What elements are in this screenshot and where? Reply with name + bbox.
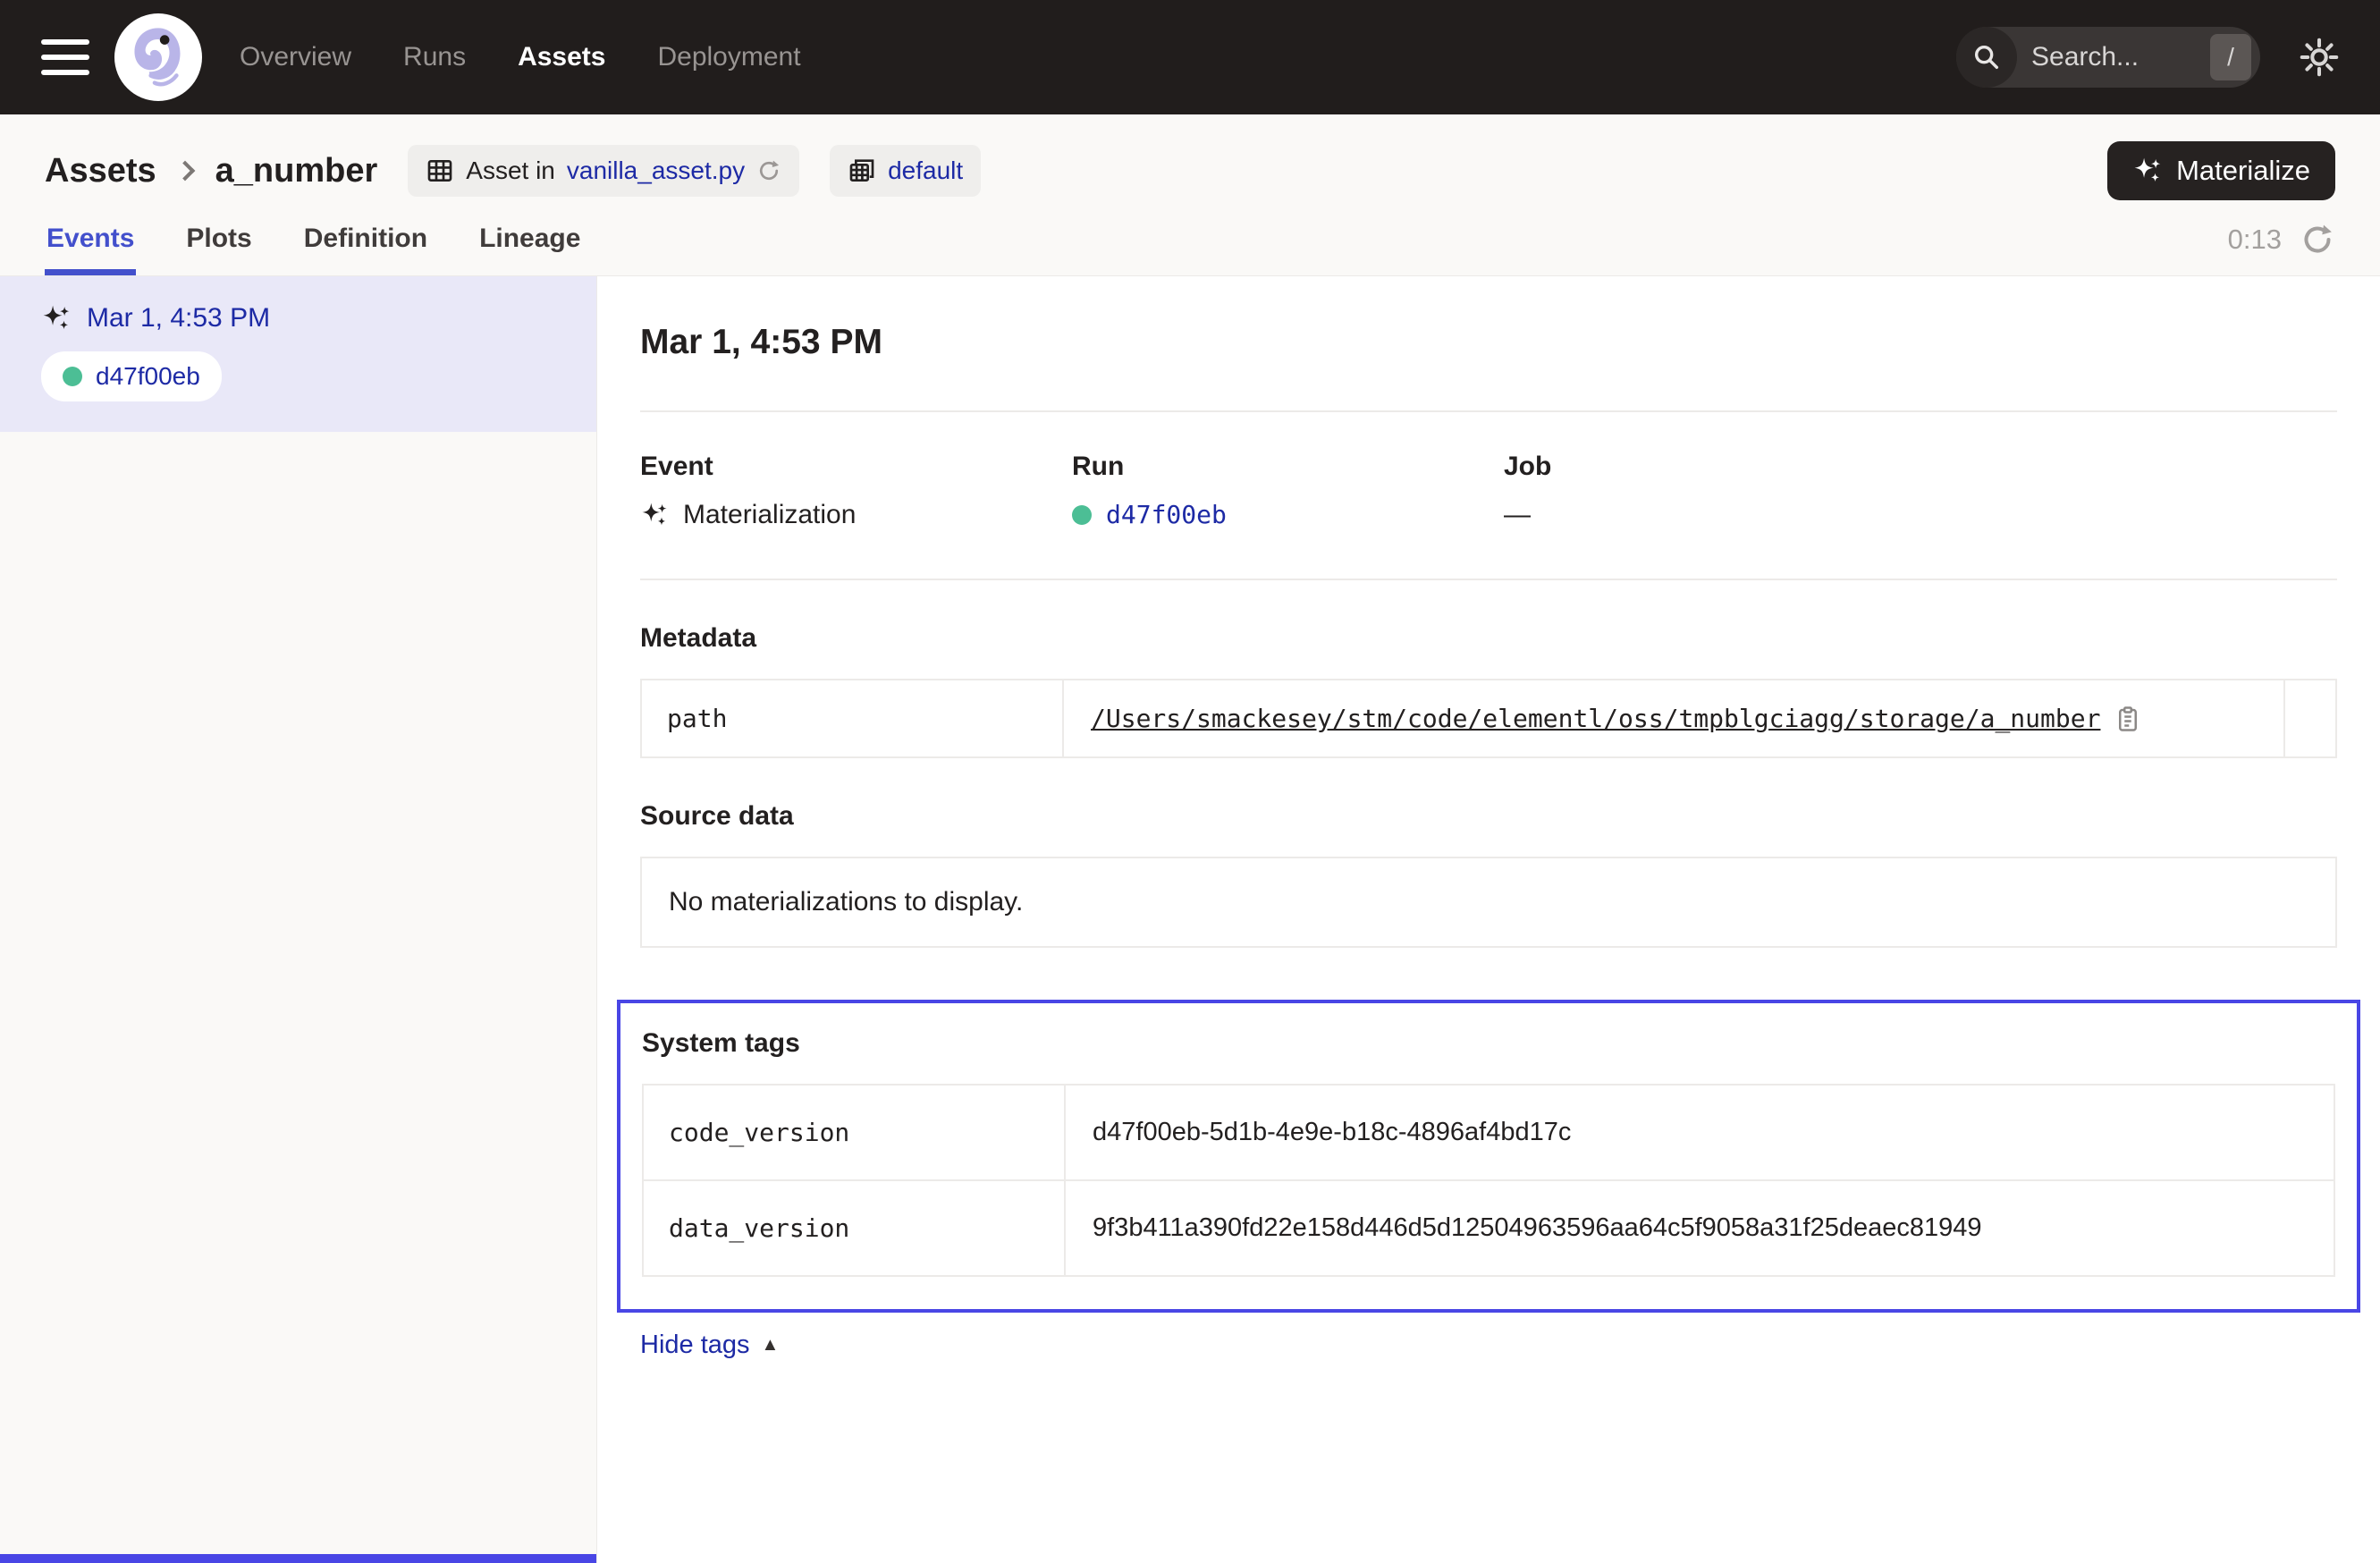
chevron-right-icon <box>174 161 195 182</box>
metadata-key: path <box>642 680 1064 756</box>
run-column: Run d47f00eb <box>1072 452 1504 530</box>
table-row: data_version 9f3b411a390fd22e158d446d5d1… <box>644 1179 2334 1275</box>
refresh-icon[interactable] <box>2300 222 2335 258</box>
asset-definition-chip[interactable]: Asset in vanilla_asset.py <box>408 145 799 197</box>
nav-item-runs[interactable]: Runs <box>403 42 466 72</box>
divider <box>640 579 2337 580</box>
tab-events[interactable]: Events <box>45 224 136 275</box>
gear-icon[interactable] <box>2300 38 2339 77</box>
page-header: Assets a_number Asset in vanilla_asset.p… <box>0 114 2380 275</box>
global-search[interactable]: / <box>1956 27 2260 88</box>
table-row: path /Users/smackesey/stm/code/elementl/… <box>642 680 2335 756</box>
source-data-heading: Source data <box>640 801 2337 832</box>
chip-prefix: Asset in <box>466 156 555 185</box>
system-tags-table: code_version d47f00eb-5d1b-4e9e-b18c-489… <box>642 1084 2335 1277</box>
content-area: Mar 1, 4:53 PM d47f00eb Mar 1, 4:53 PM E… <box>0 275 2380 1563</box>
run-status-dot <box>1072 505 1092 525</box>
breadcrumb-assets-link[interactable]: Assets <box>45 152 156 190</box>
tag-value: d47f00eb-5d1b-4e9e-b18c-4896af4bd17c <box>1093 1118 1571 1147</box>
nav-item-overview[interactable]: Overview <box>240 42 351 72</box>
run-column-header: Run <box>1072 452 1504 482</box>
refresh-status: 0:13 <box>2228 222 2335 275</box>
source-data-empty-state: No materializations to display. <box>640 857 2337 948</box>
sparkle-icon <box>640 501 669 529</box>
metadata-table: path /Users/smackesey/stm/code/elementl/… <box>640 679 2337 758</box>
materialize-label: Materialize <box>2176 155 2310 187</box>
event-summary: Event Materialization Run d47f00eb <box>640 452 2337 530</box>
materialize-button[interactable]: Materialize <box>2107 141 2335 200</box>
search-input[interactable] <box>2017 42 2210 72</box>
hide-tags-label: Hide tags <box>640 1331 750 1360</box>
run-id-chip[interactable]: d47f00eb <box>41 351 222 401</box>
run-id-label: d47f00eb <box>96 362 200 391</box>
tag-key: data_version <box>644 1181 1066 1275</box>
event-title: Mar 1, 4:53 PM <box>640 323 2337 362</box>
tab-plots[interactable]: Plots <box>184 224 253 275</box>
divider <box>640 410 2337 412</box>
run-status-dot <box>63 367 82 386</box>
top-navigation-bar: Overview Runs Assets Deployment / <box>0 0 2380 114</box>
breadcrumb: Assets a_number Asset in vanilla_asset.p… <box>45 141 2335 200</box>
workspace-grid-icon <box>848 156 876 185</box>
event-column: Event Materialization <box>640 452 1072 530</box>
table-row: code_version d47f00eb-5d1b-4e9e-b18c-489… <box>644 1086 2334 1179</box>
event-detail-panel: Mar 1, 4:53 PM Event Materialization Run <box>597 276 2380 1563</box>
run-id-link[interactable]: d47f00eb <box>1106 500 1227 529</box>
asset-name: a_number <box>215 152 378 190</box>
event-type-value: Materialization <box>683 500 856 530</box>
search-shortcut-badge: / <box>2210 34 2251 80</box>
job-column-header: Job <box>1504 452 2337 482</box>
system-tags-heading: System tags <box>642 1028 2335 1059</box>
event-list-item[interactable]: Mar 1, 4:53 PM d47f00eb <box>0 276 596 432</box>
workspace-default-link[interactable]: default <box>888 156 963 185</box>
nav-item-assets[interactable]: Assets <box>518 42 605 72</box>
refresh-timer: 0:13 <box>2228 224 2282 256</box>
caret-up-icon: ▲ <box>762 1335 780 1356</box>
tag-value: 9f3b411a390fd22e158d446d5d12504963596aa6… <box>1093 1213 1982 1243</box>
workspace-chip[interactable]: default <box>830 145 981 197</box>
event-timestamp-link[interactable]: Mar 1, 4:53 PM <box>87 303 270 334</box>
system-tags-highlighted-section: System tags code_version d47f00eb-5d1b-4… <box>617 1000 2360 1313</box>
hide-tags-link[interactable]: Hide tags ▲ <box>640 1331 779 1360</box>
tab-definition[interactable]: Definition <box>302 224 429 275</box>
copy-icon[interactable] <box>2114 705 2141 732</box>
metadata-heading: Metadata <box>640 623 2337 654</box>
job-column: Job — <box>1504 452 2337 530</box>
sparkle-icon <box>2132 156 2163 186</box>
nav-item-deployment[interactable]: Deployment <box>657 42 800 72</box>
search-icon <box>1956 27 2017 88</box>
menu-icon[interactable] <box>41 39 89 75</box>
job-value: — <box>1504 500 1531 530</box>
dagster-logo[interactable] <box>114 13 202 101</box>
tab-lineage[interactable]: Lineage <box>477 224 582 275</box>
metadata-path-link[interactable]: /Users/smackesey/stm/code/elementl/oss/t… <box>1091 704 2100 733</box>
tag-key: code_version <box>644 1086 1066 1179</box>
primary-nav: Overview Runs Assets Deployment <box>240 42 801 72</box>
asset-file-link[interactable]: vanilla_asset.py <box>567 156 745 185</box>
empty-message: No materializations to display. <box>669 887 1023 917</box>
event-list-sidebar: Mar 1, 4:53 PM d47f00eb <box>0 276 597 1563</box>
sparkle-icon <box>41 303 72 334</box>
sidebar-accent-strip <box>0 1554 596 1563</box>
table-spacer-cell <box>2283 680 2335 756</box>
asset-grid-icon <box>426 156 454 185</box>
event-column-header: Event <box>640 452 1072 482</box>
asset-tabs: Events Plots Definition Lineage 0:13 <box>45 222 2335 275</box>
reload-definition-icon[interactable] <box>756 158 781 183</box>
